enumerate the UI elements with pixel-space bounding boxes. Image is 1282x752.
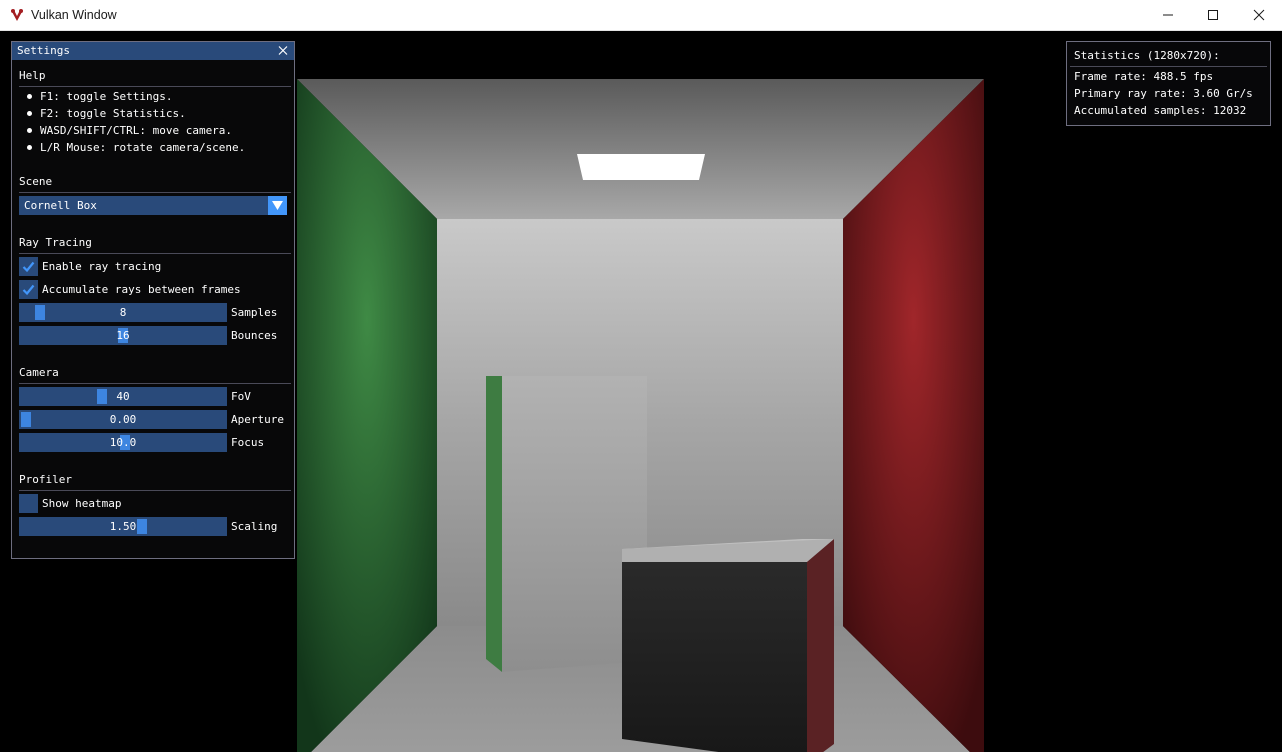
ray-tracing-heading: Ray Tracing (19, 236, 92, 249)
help-item: F2: toggle Statistics. (27, 107, 186, 120)
settings-panel[interactable]: Settings Help F1: toggle Settings. F2: t… (11, 41, 295, 559)
settings-close-button[interactable] (277, 44, 289, 57)
help-item-text: WASD/SHIFT/CTRL: move camera. (40, 124, 233, 137)
scene-heading: Scene (19, 175, 53, 188)
bullet-icon (27, 145, 32, 150)
checkmark-icon (22, 284, 35, 296)
help-item: L/R Mouse: rotate camera/scene. (27, 141, 245, 154)
window-title: Vulkan Window (31, 8, 117, 22)
show-heatmap-label: Show heatmap (42, 497, 122, 510)
minimize-button[interactable] (1145, 0, 1191, 31)
fov-value: 40 (116, 390, 130, 403)
help-item: WASD/SHIFT/CTRL: move camera. (27, 124, 232, 137)
help-item-text: F1: toggle Settings. (40, 90, 173, 103)
fov-slider[interactable]: 40 (19, 387, 227, 406)
help-item-text: L/R Mouse: rotate camera/scene. (40, 141, 246, 154)
checkmark-icon (22, 261, 35, 273)
scaling-label: Scaling (231, 520, 278, 533)
maximize-button[interactable] (1190, 0, 1236, 31)
enable-ray-tracing-label: Enable ray tracing (42, 260, 162, 273)
accumulate-rays-checkbox[interactable] (19, 280, 38, 299)
camera-heading: Camera (19, 366, 59, 379)
bullet-icon (27, 111, 32, 116)
statistics-panel: Statistics (1280x720): Frame rate: 488.5… (1066, 41, 1271, 126)
divider (1070, 66, 1267, 67)
close-window-button[interactable] (1236, 0, 1282, 31)
help-item: F1: toggle Settings. (27, 90, 172, 103)
close-icon (1253, 9, 1265, 21)
frame-rate-text: Frame rate: 488.5 fps (1074, 70, 1214, 83)
help-heading: Help (19, 69, 46, 82)
profiler-heading: Profiler (19, 473, 72, 486)
accumulate-rays-label: Accumulate rays between frames (42, 283, 241, 296)
samples-value: 8 (119, 306, 127, 319)
settings-titlebar[interactable]: Settings (12, 42, 294, 60)
show-heatmap-checkbox[interactable] (19, 494, 38, 513)
maximize-icon (1208, 10, 1218, 20)
help-item-text: F2: toggle Statistics. (40, 107, 186, 120)
divider (19, 490, 291, 491)
triangle-down-icon (272, 201, 283, 210)
close-icon (278, 46, 288, 55)
bounces-label: Bounces (231, 329, 278, 342)
aperture-label: Aperture (231, 413, 284, 426)
samples-slider[interactable]: 8 (19, 303, 227, 322)
scene-select-value: Cornell Box (24, 199, 97, 212)
scaling-slider[interactable]: 1.50 (19, 517, 227, 536)
accumulated-samples-text: Accumulated samples: 12032 (1074, 104, 1247, 117)
scene-select[interactable]: Cornell Box (19, 196, 287, 215)
divider (19, 253, 291, 254)
bounces-slider[interactable]: 16 (19, 326, 227, 345)
scaling-value: 1.50 (109, 520, 137, 533)
divider (19, 383, 291, 384)
ray-rate-text: Primary ray rate: 3.60 Gr/s (1074, 87, 1253, 100)
bounces-value: 16 (116, 329, 130, 342)
samples-label: Samples (231, 306, 278, 319)
enable-ray-tracing-checkbox[interactable] (19, 257, 38, 276)
settings-title: Settings (17, 44, 70, 57)
minimize-icon (1163, 14, 1173, 16)
focus-label: Focus (231, 436, 265, 449)
cornell-box-render (297, 79, 984, 752)
divider (19, 192, 291, 193)
aperture-value: 0.00 (109, 413, 137, 426)
scene-select-arrow[interactable] (268, 196, 287, 215)
vulkan-logo-icon (9, 7, 25, 23)
aperture-slider[interactable]: 0.00 (19, 410, 227, 429)
fov-label: FoV (231, 390, 251, 403)
bullet-icon (27, 128, 32, 133)
focus-value: 10.0 (109, 436, 137, 449)
statistics-title: Statistics (1280x720): (1074, 49, 1220, 62)
bullet-icon (27, 94, 32, 99)
focus-slider[interactable]: 10.0 (19, 433, 227, 452)
divider (19, 86, 291, 87)
window-titlebar: Vulkan Window (0, 0, 1282, 31)
